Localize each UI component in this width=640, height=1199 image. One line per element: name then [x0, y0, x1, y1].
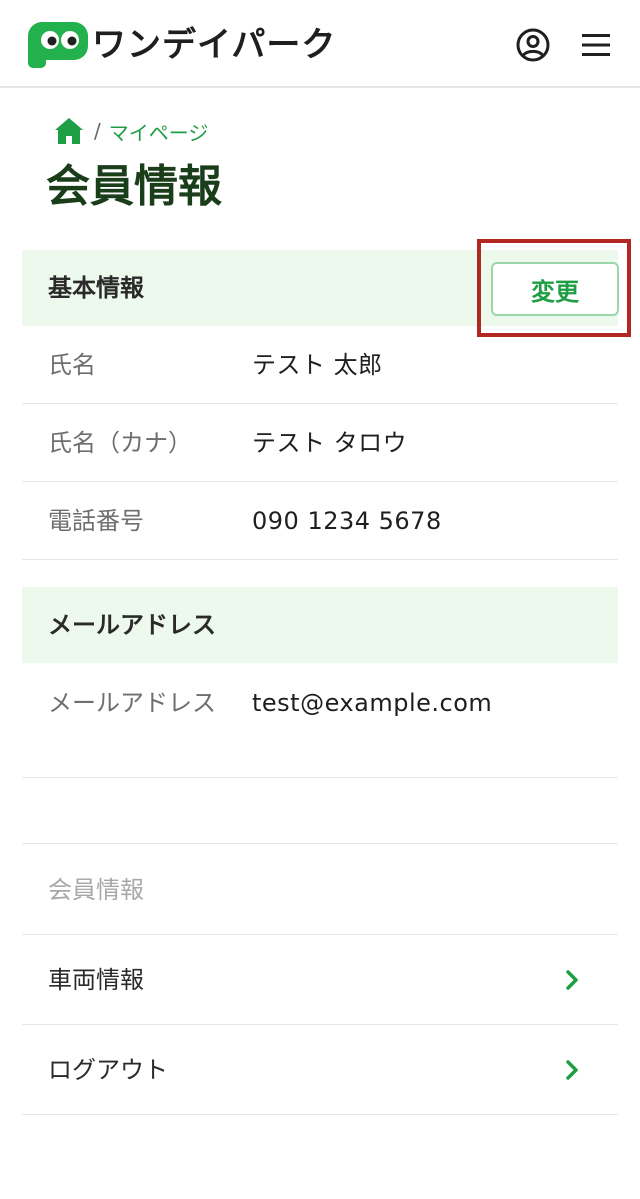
info-value: テスト 太郎 — [252, 351, 383, 379]
info-row-phone: 電話番号 090 1234 5678 — [22, 482, 618, 560]
p-face-logo-icon — [28, 22, 88, 68]
menu-section-header: 会員情報 — [22, 843, 618, 935]
info-label: 電話番号 — [48, 507, 144, 535]
info-label: 氏名（カナ） — [48, 429, 192, 457]
info-row-email: メールアドレス test@example.com — [22, 663, 618, 778]
hamburger-menu-icon[interactable] — [582, 33, 610, 57]
change-button[interactable]: 変更 — [491, 262, 619, 316]
menu-item-label: 車両情報 — [48, 966, 144, 994]
basic-info-header: 基本情報 変更 — [22, 250, 619, 326]
breadcrumb-mypage-link[interactable]: マイページ — [109, 117, 209, 146]
member-info-page: ワンデイパーク / マイページ 会員情報 基本情報 変更 氏名 テスト 太郎 氏… — [0, 0, 640, 1199]
menu-section-heading: 会員情報 — [48, 876, 144, 904]
breadcrumb: / マイページ — [54, 116, 208, 146]
info-value: test@example.com — [252, 689, 493, 717]
logo[interactable]: ワンデイパーク — [26, 20, 336, 70]
info-row-name-kana: 氏名（カナ） テスト タロウ — [22, 404, 618, 482]
info-label: メールアドレス — [48, 689, 216, 717]
chevron-right-icon — [566, 970, 578, 990]
user-circle-icon[interactable] — [516, 28, 550, 62]
menu-item-vehicle-info[interactable]: 車両情報 — [22, 935, 618, 1025]
email-info-header: メールアドレス — [22, 587, 618, 663]
logo-text: ワンデイパーク — [92, 25, 337, 65]
info-value: テスト タロウ — [252, 429, 408, 457]
basic-info-heading: 基本情報 — [48, 274, 144, 302]
info-row-name: 氏名 テスト 太郎 — [22, 326, 618, 404]
home-icon[interactable] — [54, 117, 84, 145]
menu-item-logout[interactable]: ログアウト — [22, 1025, 618, 1115]
breadcrumb-separator: / — [94, 119, 101, 143]
email-info-heading: メールアドレス — [48, 611, 216, 639]
chevron-right-icon — [566, 1060, 578, 1080]
menu-item-label: ログアウト — [48, 1056, 168, 1084]
app-header: ワンデイパーク — [0, 0, 640, 88]
info-label: 氏名 — [48, 351, 96, 379]
page-title: 会員情報 — [46, 161, 222, 212]
info-value: 090 1234 5678 — [252, 507, 442, 535]
